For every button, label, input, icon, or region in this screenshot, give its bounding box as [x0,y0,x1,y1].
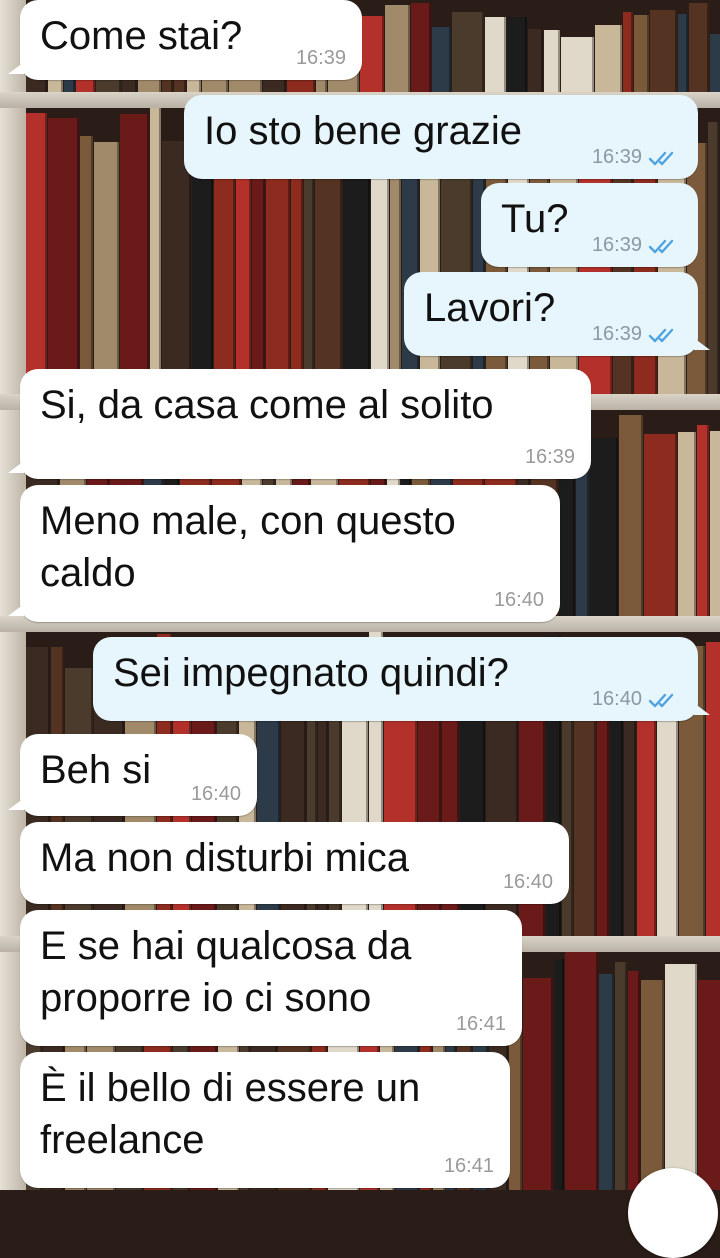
double-check-icon [648,151,674,165]
message-outgoing[interactable]: Sei impegnato quindi? 16:40 [93,637,710,721]
message-time: 16:40 [493,589,544,611]
message-time: 16:40 [502,871,553,893]
message-incoming[interactable]: Meno male, con questo caldo 16:40 [8,485,560,622]
double-check-icon [648,328,674,342]
message-time: 16:39 [591,146,642,168]
message-incoming[interactable]: È il bello di essere un freelance 16:41 [20,1052,510,1188]
double-check-icon [648,239,674,253]
message-incoming[interactable]: Si, da casa come al solito 16:39 [8,369,591,479]
message-text: Meno male, con questo caldo [40,499,456,595]
message-time: 16:40 [591,688,642,710]
message-text: Si, da casa come al solito [40,383,494,427]
message-time: 16:39 [524,446,575,468]
message-list[interactable]: Come stai? 16:39 Io sto bene grazie 16:3… [0,0,720,1258]
message-incoming[interactable]: Come stai? 16:39 [8,0,362,80]
message-incoming[interactable]: Beh si 16:40 [8,734,257,816]
message-outgoing[interactable]: Tu? 16:39 [481,183,698,267]
message-text: Ma non disturbi mica [40,836,410,880]
message-text: È il bello di essere un freelance [40,1066,421,1162]
message-time: 16:39 [591,234,642,256]
message-time: 16:39 [295,47,346,69]
message-text: E se hai qualcosa da proporre io ci sono [40,924,412,1020]
scroll-down-icon[interactable] [628,1168,718,1258]
message-time: 16:41 [443,1155,494,1177]
double-check-icon [648,693,674,707]
message-incoming[interactable]: E se hai qualcosa da proporre io ci sono… [20,910,522,1046]
message-time: 16:40 [190,783,241,805]
message-outgoing[interactable]: Io sto bene grazie 16:39 [184,95,698,179]
message-time: 16:41 [455,1013,506,1035]
message-incoming[interactable]: Ma non disturbi mica 16:40 [20,822,569,904]
message-time: 16:39 [591,323,642,345]
message-outgoing[interactable]: Lavori? 16:39 [404,272,710,356]
